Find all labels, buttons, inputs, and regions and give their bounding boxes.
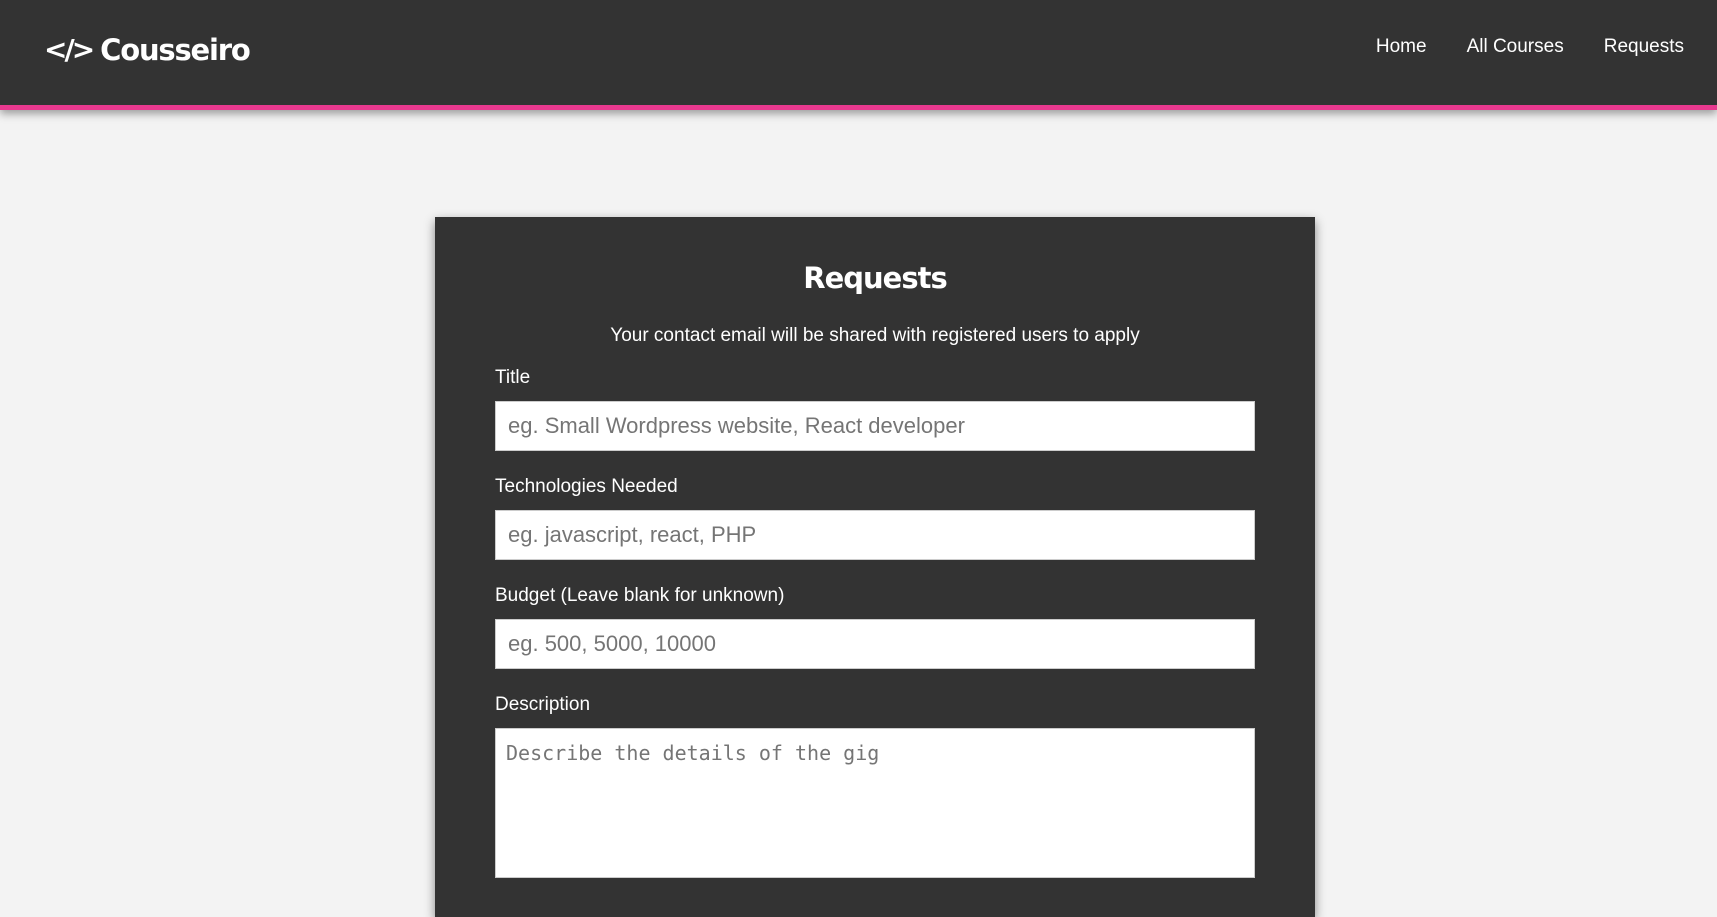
request-form-card: Requests Your contact email will be shar… [435, 217, 1315, 917]
description-label: Description [495, 694, 591, 715]
code-slash-icon: </> [44, 33, 95, 66]
title-input[interactable] [495, 401, 1255, 451]
technologies-input[interactable] [495, 510, 1255, 560]
title-label: Title [495, 367, 531, 388]
form-title: Requests [803, 261, 947, 295]
nav-link-requests[interactable]: Requests [1604, 36, 1684, 58]
brand-logo-link[interactable]: </> Cousseiro [44, 30, 251, 70]
nav-link-all-courses[interactable]: All Courses [1467, 36, 1564, 58]
nav-links: Home All Courses Requests [1376, 36, 1684, 58]
brand-name: Cousseiro [100, 33, 251, 67]
form-subtitle: Your contact email will be shared with r… [610, 325, 1140, 346]
budget-input[interactable] [495, 619, 1255, 669]
budget-label: Budget (Leave blank for unknown) [495, 585, 785, 606]
nav-link-home[interactable]: Home [1376, 36, 1427, 58]
description-textarea[interactable] [495, 728, 1255, 878]
top-navbar: </> Cousseiro Home All Courses Requests [0, 0, 1717, 110]
technologies-label: Technologies Needed [495, 476, 678, 497]
